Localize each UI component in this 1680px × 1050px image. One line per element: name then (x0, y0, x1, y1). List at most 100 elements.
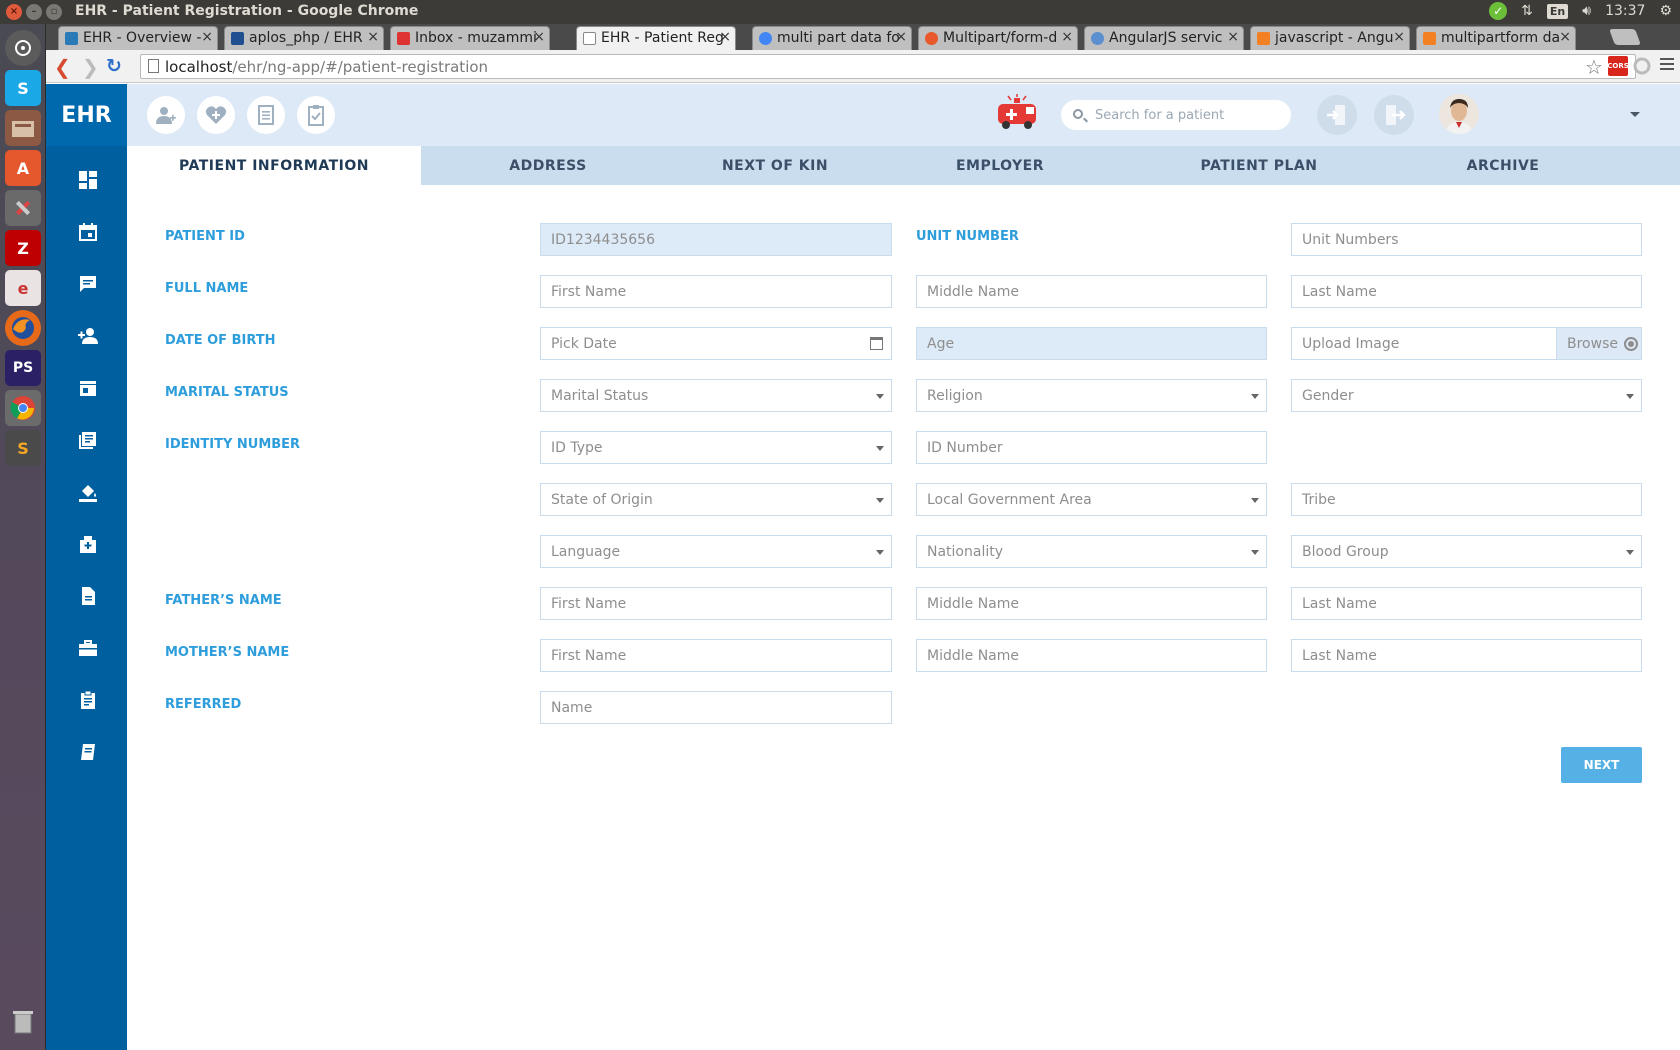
tribe-input[interactable]: Tribe (1291, 483, 1642, 516)
patient-search-input[interactable]: Search for a patient (1061, 100, 1291, 130)
settings-gear-icon[interactable]: ⚙ (1659, 3, 1672, 19)
network-icon[interactable]: ⇅ (1521, 3, 1533, 19)
window-maximize-button[interactable]: ▫ (46, 4, 62, 20)
phpstorm-icon[interactable]: PS (5, 350, 41, 386)
tab-close-icon[interactable]: × (1393, 29, 1405, 45)
id-number-input[interactable]: ID Number (916, 431, 1267, 464)
header-notes-button[interactable] (247, 96, 285, 134)
sublime-text-icon[interactable]: S (5, 430, 41, 466)
trash-icon[interactable] (5, 1004, 41, 1040)
browser-tab[interactable]: multipartform da × (1416, 26, 1576, 50)
forward-arrow-icon[interactable]: ❯ (82, 55, 99, 79)
window-minimize-button[interactable]: – (26, 4, 42, 20)
gender-select[interactable]: Gender (1291, 379, 1642, 412)
tab-archive[interactable]: ARCHIVE (1393, 146, 1613, 185)
user-menu-caret-icon[interactable] (1630, 112, 1640, 117)
browser-tab[interactable]: Multipart/form-d × (918, 26, 1078, 50)
extension-icon[interactable] (1632, 56, 1652, 76)
browser-tab[interactable]: aplos_php / EHR × (224, 26, 384, 50)
tab-close-icon[interactable]: × (201, 29, 213, 45)
keyboard-layout-indicator[interactable]: En (1546, 3, 1569, 19)
cors-extension-icon[interactable]: CORS (1607, 56, 1629, 76)
lga-select[interactable]: Local Government Area (916, 483, 1267, 516)
file-manager-icon[interactable] (5, 110, 41, 146)
bookmark-star-icon[interactable]: ☆ (1585, 55, 1603, 79)
user-avatar[interactable] (1439, 94, 1479, 134)
calendar-icon[interactable] (78, 222, 98, 242)
tab-close-icon[interactable]: × (367, 29, 379, 45)
last-name-input[interactable]: Last Name (1291, 275, 1642, 308)
marital-status-select[interactable]: Marital Status (540, 379, 892, 412)
mother-middle-name-input[interactable]: Middle Name (916, 639, 1267, 672)
browser-tab[interactable]: AngularJS servic × (1084, 26, 1244, 50)
ambulance-icon[interactable] (996, 94, 1040, 130)
firefox-icon[interactable] (5, 310, 41, 346)
unit-number-input[interactable]: Unit Numbers (1291, 223, 1642, 256)
book-icon[interactable] (78, 742, 98, 762)
calendar-icon[interactable] (870, 337, 883, 350)
software-center-icon[interactable]: A (5, 150, 41, 186)
text-editor-icon[interactable]: e (5, 270, 41, 306)
mother-last-name-input[interactable]: Last Name (1291, 639, 1642, 672)
id-type-select[interactable]: ID Type (540, 431, 892, 464)
reload-icon[interactable]: ↻ (106, 55, 122, 77)
tab-employer[interactable]: EMPLOYER (875, 146, 1125, 185)
update-check-icon[interactable]: ✓ (1489, 2, 1508, 20)
filezilla-icon[interactable]: Z (5, 230, 41, 266)
browser-tab-active[interactable]: EHR - Patient Reg × (576, 26, 736, 50)
tab-patient-plan[interactable]: PATIENT PLAN (1125, 146, 1393, 185)
browser-tab[interactable]: EHR - Overview - × (58, 26, 218, 50)
check-in-button[interactable] (1317, 95, 1357, 135)
upload-image-field[interactable]: Upload Image Browse (1291, 327, 1642, 360)
back-arrow-icon[interactable]: ❮ (54, 55, 71, 79)
blood-group-select[interactable]: Blood Group (1291, 535, 1642, 568)
new-tab-button[interactable] (1609, 29, 1641, 45)
referred-name-input[interactable]: Name (540, 691, 892, 724)
dash-home-icon[interactable] (5, 30, 41, 66)
add-patient-icon[interactable] (78, 326, 98, 346)
header-checklist-button[interactable] (297, 96, 335, 134)
language-select[interactable]: Language (540, 535, 892, 568)
date-of-birth-picker[interactable]: Pick Date (540, 327, 892, 360)
tab-address[interactable]: ADDRESS (421, 146, 675, 185)
browser-tab[interactable]: Inbox - muzammi × (390, 26, 550, 50)
messages-icon[interactable] (78, 274, 98, 294)
page-info-icon[interactable] (148, 59, 159, 73)
app-brand-logo[interactable]: EHR (46, 84, 127, 146)
browser-tab[interactable]: multi part data fo × (752, 26, 912, 50)
document-icon[interactable] (78, 586, 98, 606)
tab-next-of-kin[interactable]: NEXT OF KIN (675, 146, 875, 185)
paint-bucket-icon[interactable] (78, 482, 98, 502)
tab-close-icon[interactable]: × (533, 29, 545, 45)
address-bar[interactable]: localhost/ehr/ng-app/#/patient-registrat… (140, 54, 1636, 79)
nationality-select[interactable]: Nationality (916, 535, 1267, 568)
next-button[interactable]: NEXT (1561, 747, 1642, 783)
tab-close-icon[interactable]: × (1061, 29, 1073, 45)
tab-patient-information[interactable]: PATIENT INFORMATION (127, 146, 421, 185)
briefcase-icon[interactable] (78, 638, 98, 658)
father-last-name-input[interactable]: Last Name (1291, 587, 1642, 620)
header-patient-button[interactable] (147, 96, 185, 134)
tab-close-icon[interactable]: × (719, 29, 731, 45)
volume-icon[interactable]: 🔊︎ (1582, 3, 1591, 19)
tab-close-icon[interactable]: × (1227, 29, 1239, 45)
skype-icon[interactable]: S (5, 70, 41, 106)
father-middle-name-input[interactable]: Middle Name (916, 587, 1267, 620)
chrome-icon[interactable] (5, 390, 41, 426)
browser-tab[interactable]: javascript - Angu × (1250, 26, 1410, 50)
father-first-name-input[interactable]: First Name (540, 587, 892, 620)
dashboard-icon[interactable] (78, 170, 98, 190)
system-settings-icon[interactable] (5, 190, 41, 226)
records-icon[interactable] (78, 430, 98, 450)
hospital-icon[interactable] (78, 534, 98, 554)
window-close-button[interactable]: × (6, 4, 22, 20)
header-health-button[interactable] (197, 96, 235, 134)
religion-select[interactable]: Religion (916, 379, 1267, 412)
tab-close-icon[interactable]: × (1559, 29, 1571, 45)
chrome-menu-icon[interactable] (1660, 58, 1674, 73)
middle-name-input[interactable]: Middle Name (916, 275, 1267, 308)
clock[interactable]: 13:37 (1605, 3, 1645, 19)
state-of-origin-select[interactable]: State of Origin (540, 483, 892, 516)
first-name-input[interactable]: First Name (540, 275, 892, 308)
store-icon[interactable] (78, 378, 98, 398)
